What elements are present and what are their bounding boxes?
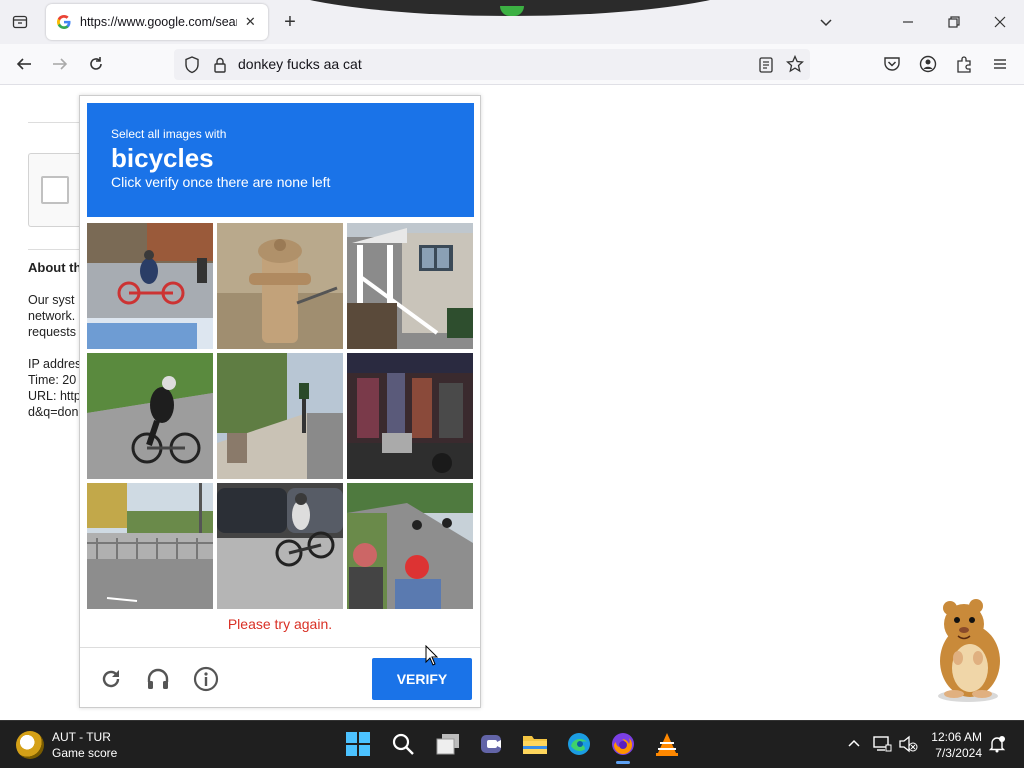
reader-view-icon[interactable] xyxy=(758,56,774,79)
extensions-icon[interactable] xyxy=(952,52,976,76)
back-icon[interactable] xyxy=(12,52,36,76)
google-g-icon xyxy=(56,14,72,30)
browser-tab[interactable]: https://www.google.com/sear ✕ xyxy=(46,4,268,40)
info-icon[interactable] xyxy=(193,666,219,692)
file-explorer-icon[interactable] xyxy=(520,729,550,759)
search-icon[interactable] xyxy=(388,729,418,759)
minimize-icon[interactable] xyxy=(896,10,920,34)
reload-icon[interactable] xyxy=(84,52,108,76)
windows-taskbar: AUT - TUR Game score 12:06 AM 7/3/2024 xyxy=(0,720,1024,768)
grid-tile-7[interactable] xyxy=(87,483,213,609)
recaptcha-checkbox[interactable] xyxy=(41,176,69,204)
challenge-target: bicycles xyxy=(111,143,214,173)
firefox-icon[interactable] xyxy=(608,729,638,764)
soccer-ball-icon xyxy=(16,731,44,759)
instruction-subtext: Click verify once there are none left xyxy=(111,174,331,190)
tab-close-icon[interactable]: ✕ xyxy=(243,14,258,30)
widget-subtitle: Game score xyxy=(52,746,118,760)
clock-date: 7/3/2024 xyxy=(935,746,982,760)
challenge-footer: VERIFY xyxy=(80,647,480,708)
browser-tab-strip: https://www.google.com/sear ✕ + xyxy=(0,0,1024,44)
error-message: Please try again. xyxy=(227,616,333,632)
address-bar[interactable]: donkey fucks aa cat xyxy=(174,49,810,80)
show-hidden-icons-chevron-icon[interactable] xyxy=(846,735,862,754)
screen: https://www.google.com/sear ✕ + donkey f… xyxy=(0,0,1024,768)
windows-start-icon[interactable] xyxy=(343,729,373,759)
grid-tile-3[interactable] xyxy=(347,223,473,349)
about-paragraph: Our syst network. requests xyxy=(28,293,76,339)
grid-tile-4[interactable] xyxy=(87,353,213,479)
grid-tile-5[interactable] xyxy=(217,353,343,479)
url-text[interactable]: donkey fucks aa cat xyxy=(238,56,362,72)
image-grid xyxy=(87,223,474,610)
hamster-desktop-pet[interactable] xyxy=(920,596,1010,706)
edge-icon[interactable] xyxy=(564,729,594,759)
notifications-bell-icon[interactable] xyxy=(988,735,1006,756)
lock-icon[interactable] xyxy=(212,56,228,79)
instruction-text: Select all images with xyxy=(111,127,227,141)
challenge-header: Select all images with bicycles Click ve… xyxy=(87,103,474,217)
verify-button[interactable]: VERIFY xyxy=(372,658,472,700)
clock-time: 12:06 AM xyxy=(931,730,982,744)
list-all-tabs-icon[interactable] xyxy=(816,12,836,32)
restore-icon[interactable] xyxy=(942,10,966,34)
teams-icon[interactable] xyxy=(476,729,506,759)
reload-challenge-icon[interactable] xyxy=(98,666,124,692)
network-icon[interactable] xyxy=(872,735,892,756)
widget-title: AUT - TUR xyxy=(52,730,111,744)
vlc-icon[interactable] xyxy=(652,729,682,759)
menu-hamburger-icon[interactable] xyxy=(988,52,1012,76)
grid-tile-1[interactable] xyxy=(87,223,213,349)
recaptcha-challenge-dialog: Select all images with bicycles Click ve… xyxy=(79,95,481,708)
close-window-icon[interactable] xyxy=(988,10,1012,34)
bookmark-star-icon[interactable] xyxy=(785,54,805,78)
forward-icon[interactable] xyxy=(48,52,72,76)
tab-list-icon[interactable] xyxy=(8,10,32,34)
navigation-toolbar: donkey fucks aa cat xyxy=(0,44,1024,85)
account-icon[interactable] xyxy=(916,52,940,76)
grid-tile-8[interactable] xyxy=(217,483,343,609)
speaker-muted-icon[interactable] xyxy=(898,735,918,756)
mouse-cursor-icon xyxy=(425,644,439,667)
system-clock[interactable]: 12:06 AM 7/3/2024 xyxy=(926,729,982,761)
task-view-icon[interactable] xyxy=(433,729,463,759)
request-details: IP addres Time: 20 URL: http d&q=don xyxy=(28,357,82,419)
grid-tile-2[interactable] xyxy=(217,223,343,349)
new-tab-icon[interactable]: + xyxy=(280,10,300,34)
tab-title: https://www.google.com/sear xyxy=(80,15,237,29)
audio-challenge-icon[interactable] xyxy=(145,666,171,692)
grid-tile-6[interactable] xyxy=(347,353,473,479)
tracking-protection-shield-icon[interactable] xyxy=(184,56,200,79)
sports-widget[interactable]: AUT - TUR Game score xyxy=(16,729,117,761)
about-heading: About th xyxy=(28,260,82,275)
pocket-icon[interactable] xyxy=(880,52,904,76)
grid-tile-9[interactable] xyxy=(347,483,473,609)
